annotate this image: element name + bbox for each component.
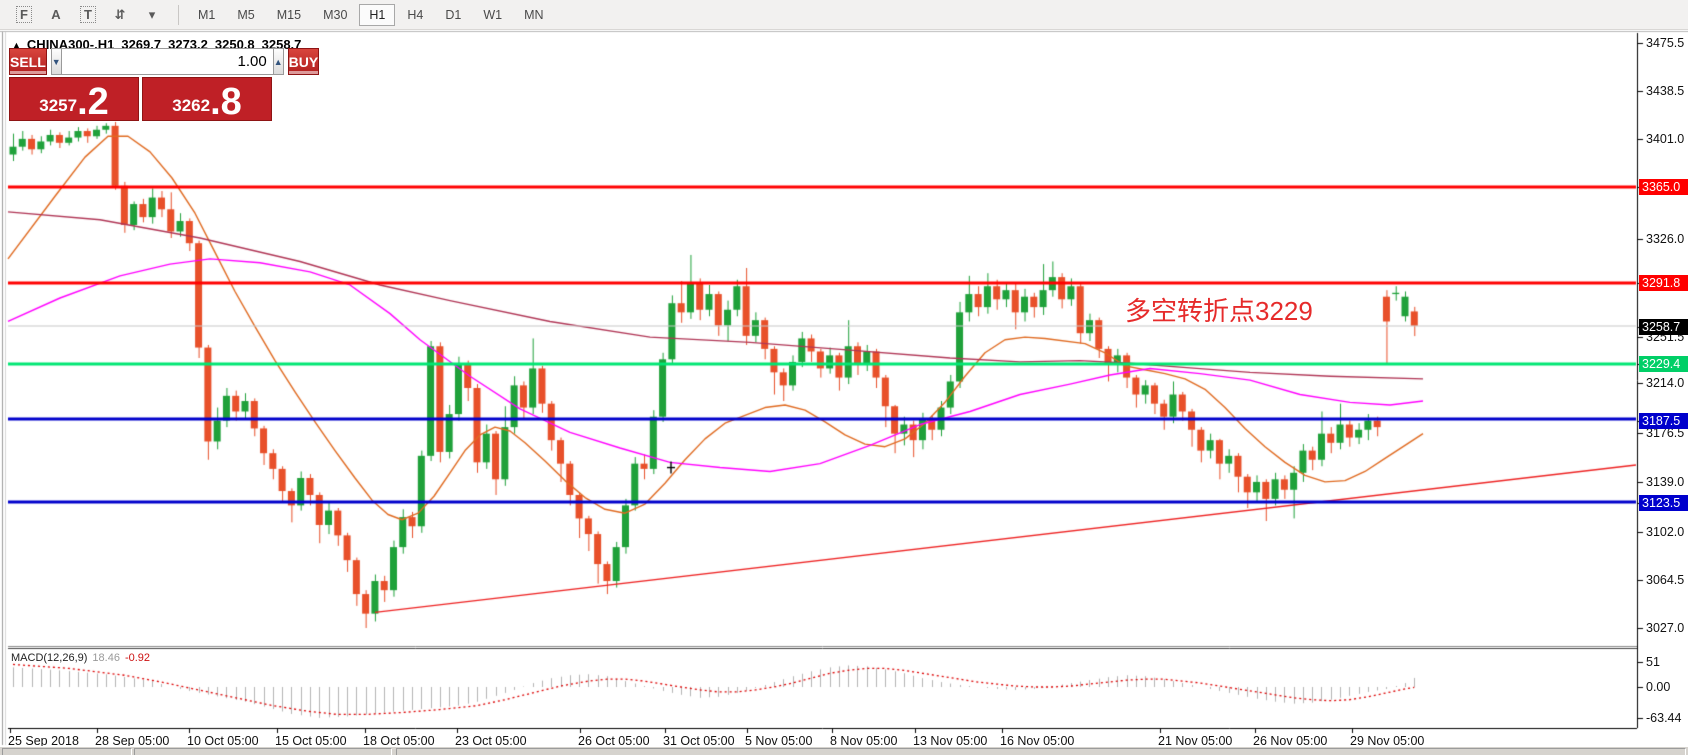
macd-name: MACD(12,26,9) [11,652,87,664]
buy-price-frac: .8 [210,87,242,117]
macd-main-value: 18.46 [92,652,120,664]
text-label-tool-icon[interactable]: A [42,4,70,26]
sell-price-main: 3257 [39,97,77,114]
one-click-trading-widget: SELL ▼ ▲ BUY 3257.2 3262.8 [9,48,272,121]
buy-price-main: 3262 [172,97,210,114]
buy-button[interactable]: BUY [288,48,320,75]
toolbar-separator [178,5,179,25]
volume-decrement-button[interactable]: ▼ [51,48,62,75]
arrows-tool-icon[interactable]: ⇵ [106,4,134,26]
object-tools-group: FAT⇵▾ [8,4,168,26]
toolbar: FAT⇵▾ M1M5M15M30H1H4D1W1MN [0,0,1688,30]
sell-price-frac: .2 [77,87,109,117]
timeframe-button-m1[interactable]: M1 [188,4,225,26]
status-cell-left [2,748,132,755]
timeframe-button-w1[interactable]: W1 [473,4,512,26]
arrows-dropdown-icon[interactable]: ▾ [138,4,166,26]
fibonacci-tool-icon[interactable]: F [10,4,38,26]
timeframe-button-h4[interactable]: H4 [397,4,433,26]
volume-increment-button[interactable]: ▲ [273,48,284,75]
status-cell-right [396,748,1686,755]
status-cell-middle [134,748,392,755]
mt4-terminal-window: FAT⇵▾ M1M5M15M30H1H4D1W1MN ▲CHINA300-,H1… [0,0,1688,755]
textbox-tool-icon[interactable]: T [74,4,102,26]
status-bar [0,746,1688,755]
sell-button[interactable]: SELL [9,48,47,75]
buy-price-panel[interactable]: 3262.8 [142,77,272,121]
timeframe-button-m15[interactable]: M15 [267,4,311,26]
chart-text-annotation[interactable]: 多空转折点3229 [1125,291,1313,328]
macd-indicator-label: MACD(12,26,9) 18.46 -0.92 [11,652,150,664]
macd-signal-value: -0.92 [125,652,150,664]
sell-price-panel[interactable]: 3257.2 [9,77,139,121]
timeframe-button-d1[interactable]: D1 [435,4,471,26]
timeframe-group: M1M5M15M30H1H4D1W1MN [187,4,555,26]
timeframe-button-h1[interactable]: H1 [359,4,395,26]
timeframe-button-m5[interactable]: M5 [227,4,264,26]
timeframe-button-m30[interactable]: M30 [313,4,357,26]
volume-input[interactable] [62,48,273,75]
timeframe-button-mn[interactable]: MN [514,4,553,26]
